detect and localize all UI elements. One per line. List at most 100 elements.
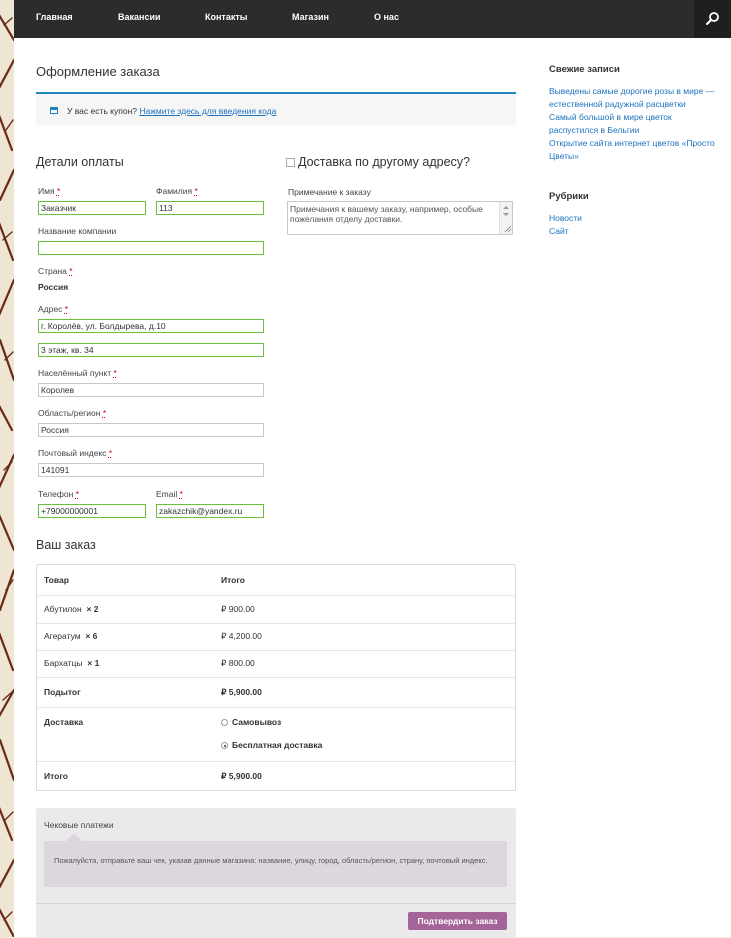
product-cell: Бархатцы × 1	[44, 658, 99, 668]
region-input[interactable]: Россия	[38, 423, 264, 437]
nav-item-vacancies[interactable]: Вакансии	[118, 12, 161, 22]
product-qty: × 2	[86, 604, 99, 614]
payment-description: Пожалуйста, отправьте ваш чек, указав да…	[44, 833, 507, 887]
coupon-link[interactable]: Нажмите здесь для введения кода	[139, 106, 276, 116]
subtotal-value: ₽ 5,900.00	[221, 687, 262, 697]
category-link-site[interactable]: Сайт	[549, 225, 719, 238]
order-notes-textarea[interactable]: Примечания к вашему заказу, например, ос…	[287, 201, 513, 235]
order-notes-label: Примечание к заказу	[288, 187, 371, 197]
radio-free-delivery[interactable]	[221, 742, 228, 750]
table-row: Абутилон × 2 ₽ 900.00	[37, 595, 515, 624]
email-input[interactable]: zakazchik@yandex.ru	[156, 504, 264, 518]
last-name-label: Фамилия *	[156, 186, 198, 196]
order-review-table: Товар Итого Абутилон × 2 ₽ 900.00 Агерат…	[36, 564, 516, 791]
payment-method-label[interactable]: Чековые платежи	[44, 820, 114, 830]
table-row: Агератум × 6 ₽ 4,200.00	[37, 623, 515, 651]
company-label: Название компании	[38, 226, 117, 236]
column-header-total: Итого	[221, 575, 245, 585]
city-label-text: Населённый пункт	[38, 368, 112, 378]
address-label: Адрес *	[38, 304, 68, 314]
company-input[interactable]	[38, 241, 264, 255]
first-name-input[interactable]: Заказчик	[38, 201, 146, 215]
nav-item-shop[interactable]: Магазин	[292, 12, 329, 22]
categories-title: Рубрики	[549, 191, 589, 202]
required-mark: *	[108, 448, 113, 458]
required-mark: *	[102, 408, 107, 418]
product-cell: Абутилон × 2	[44, 604, 99, 614]
order-title: Ваш заказ	[36, 538, 96, 552]
postcode-input[interactable]: 141091	[38, 463, 264, 477]
decorative-background	[0, 0, 14, 937]
shipping-row: Доставка Самовывоз Бесплатная доставка	[37, 707, 515, 762]
country-label: Страна *	[38, 266, 73, 276]
coupon-question: У вас есть купон?	[67, 106, 137, 116]
address-line2-input[interactable]: 3 этаж, кв. 34	[38, 343, 264, 357]
product-cell: Агератум × 6	[44, 631, 97, 641]
product-qty: × 6	[85, 631, 98, 641]
postcode-label: Почтовый индекс *	[38, 448, 112, 458]
shipping-label: Доставка	[44, 717, 84, 727]
ship-different-address: Доставка по другому адресу?	[286, 155, 470, 169]
nav-item-home[interactable]: Главная	[36, 12, 73, 22]
last-name-input[interactable]: 113	[156, 201, 264, 215]
shipping-option-free[interactable]: Бесплатная доставка	[221, 740, 322, 750]
subtotal-label: Подытог	[44, 687, 81, 697]
required-mark: *	[56, 186, 61, 196]
required-mark: *	[64, 304, 69, 314]
city-input[interactable]: Королев	[38, 383, 264, 397]
required-mark: *	[69, 266, 73, 276]
billing-title: Детали оплаты	[36, 155, 124, 169]
required-mark: *	[113, 368, 117, 378]
page-title: Оформление заказа	[36, 64, 160, 79]
subtotal-row: Подытог ₽ 5,900.00	[37, 677, 515, 708]
region-label: Область/регион *	[38, 408, 106, 418]
search-icon	[706, 12, 719, 25]
required-mark: *	[75, 489, 79, 499]
shipping-option-pickup-label: Самовывоз	[232, 717, 282, 727]
first-name-label-text: Имя	[38, 186, 55, 196]
total-row: Итого ₽ 5,900.00	[37, 761, 515, 790]
product-name: Абутилон	[44, 604, 82, 614]
address-label-text: Адрес	[38, 304, 63, 314]
ship-different-checkbox[interactable]	[286, 158, 295, 168]
first-name-label: Имя *	[38, 186, 60, 196]
address-line1-input[interactable]: г. Королёв, ул. Болдырева, д.10	[38, 319, 264, 333]
payment-divider	[36, 903, 516, 904]
total-label: Итого	[44, 771, 68, 781]
postcode-label-text: Почтовый индекс	[38, 448, 107, 458]
ship-different-label: Доставка по другому адресу?	[298, 155, 470, 169]
order-notes-placeholder: Примечания к вашему заказу, например, ос…	[290, 204, 483, 224]
phone-input[interactable]: +79000000001	[38, 504, 146, 518]
coupon-text: У вас есть купон? Нажмите здесь для введ…	[67, 106, 276, 116]
category-link-news[interactable]: Новости	[549, 212, 719, 225]
table-header-row: Товар Итого	[37, 565, 515, 596]
radio-pickup[interactable]	[221, 719, 228, 727]
page: Главная Вакансии Контакты Магазин О нас …	[14, 0, 731, 938]
product-name: Агератум	[44, 631, 81, 641]
phone-label-text: Телефон	[38, 489, 74, 499]
shipping-option-pickup[interactable]: Самовывоз	[221, 717, 281, 727]
textarea-scrollbar[interactable]	[499, 202, 512, 234]
search-button[interactable]	[694, 0, 731, 38]
required-mark: *	[194, 186, 198, 196]
product-qty: × 1	[87, 658, 100, 668]
place-order-button[interactable]: Подтвердить заказ	[408, 912, 507, 930]
top-navigation: Главная Вакансии Контакты Магазин О нас	[14, 0, 731, 38]
table-row: Бархатцы × 1 ₽ 800.00	[37, 650, 515, 678]
payment-section: Чековые платежи Пожалуйста, отправьте ва…	[36, 808, 516, 938]
region-label-text: Область/регион	[38, 408, 101, 418]
last-name-label-text: Фамилия	[156, 186, 193, 196]
recent-post-link[interactable]: Открытие сайта интернет цветов «Просто Ц…	[549, 137, 719, 163]
product-name: Бархатцы	[44, 658, 83, 668]
column-header-product: Товар	[44, 575, 69, 585]
nav-item-about[interactable]: О нас	[374, 12, 399, 22]
city-label: Населённый пункт *	[38, 368, 117, 378]
recent-posts-title: Свежие записи	[549, 64, 620, 75]
phone-label: Телефон *	[38, 489, 79, 499]
nav-item-contacts[interactable]: Контакты	[205, 12, 247, 22]
recent-post-link[interactable]: Выведены самые дорогие розы в мире — ест…	[549, 85, 719, 111]
product-total: ₽ 800.00	[221, 658, 255, 668]
email-label: Email *	[156, 489, 183, 499]
recent-post-link[interactable]: Самый большой в мире цветок распустился …	[549, 111, 719, 137]
email-label-text: Email	[156, 489, 178, 499]
